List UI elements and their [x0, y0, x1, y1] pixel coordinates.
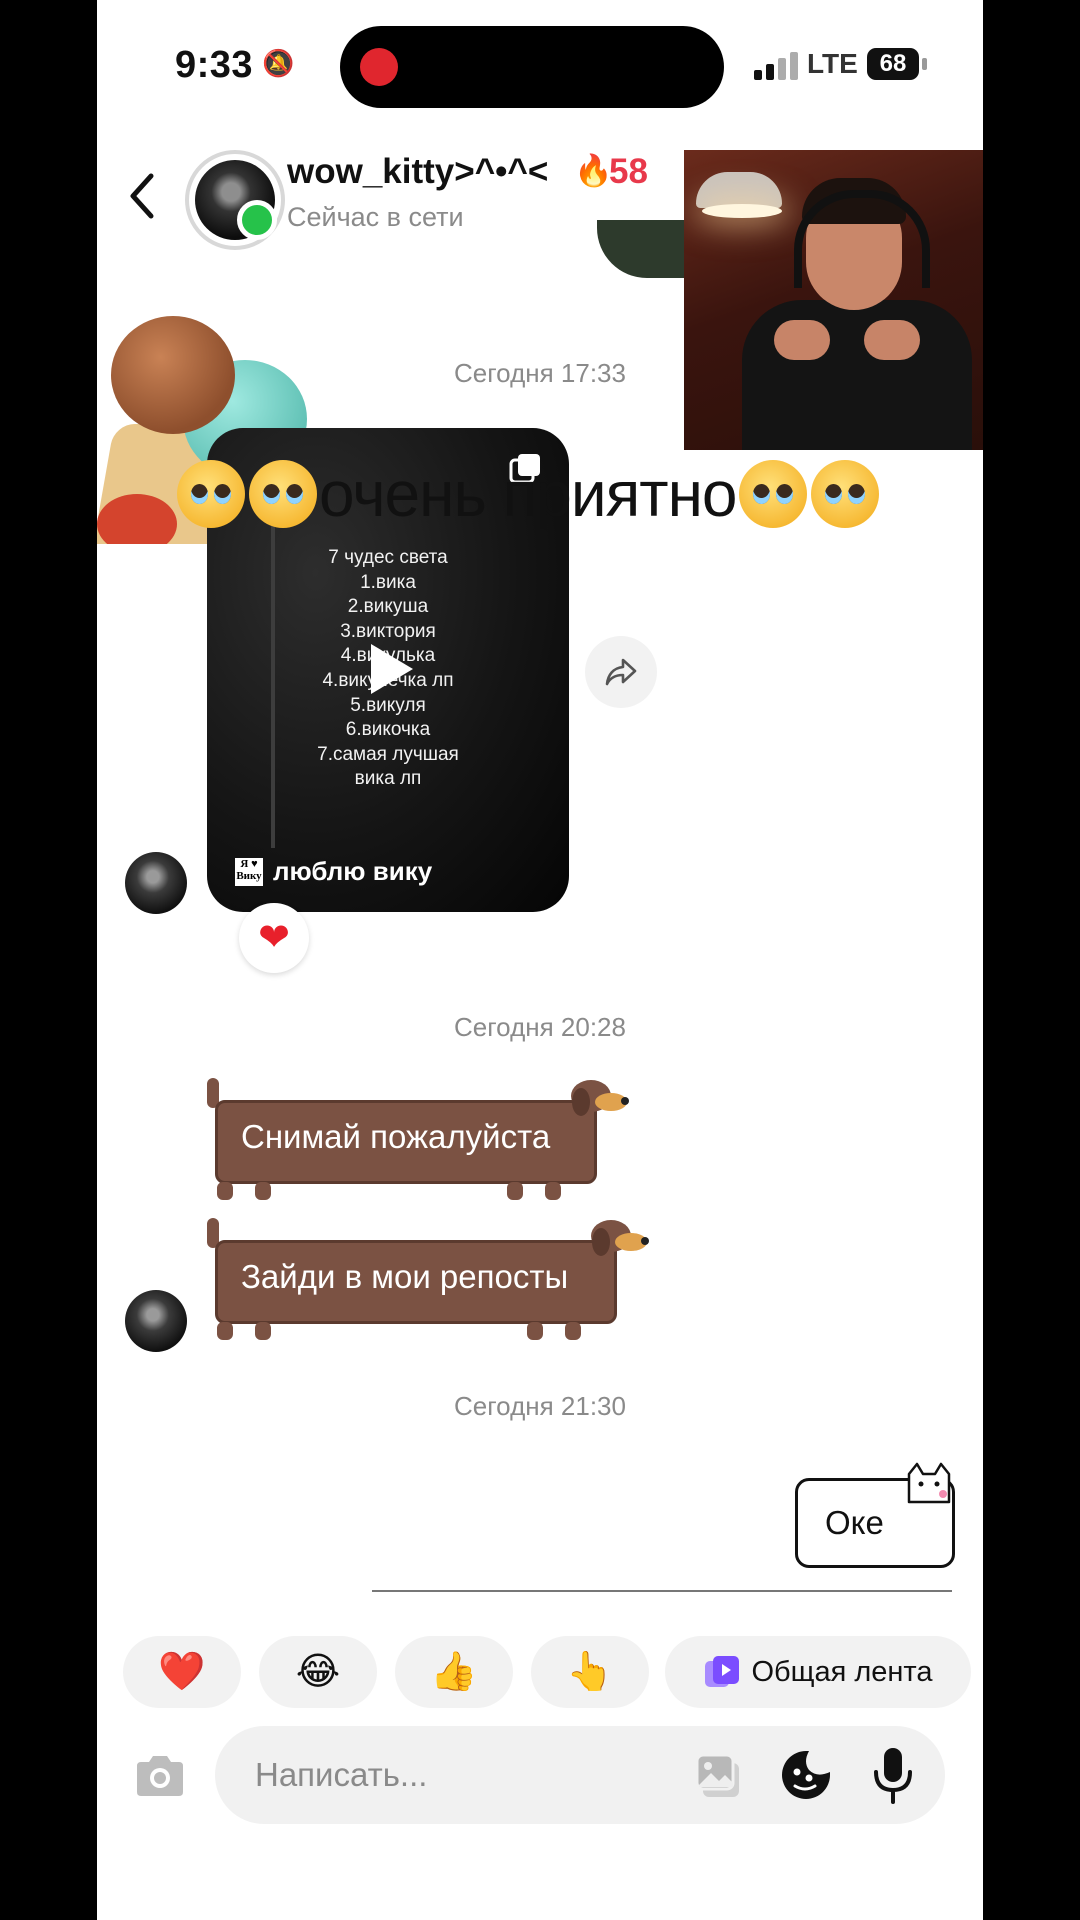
recording-indicator-icon — [360, 48, 398, 86]
received-message[interactable]: Зайди в мои репосты — [207, 1218, 649, 1340]
sent-message[interactable]: Оке — [785, 1462, 955, 1574]
webcam-overlay — [684, 150, 983, 450]
quick-reactions-bar: ❤️ 😂 👍 👆 Общая лента — [123, 1636, 973, 1708]
back-button[interactable] — [123, 168, 163, 224]
message-input[interactable]: Написать... — [255, 1756, 427, 1794]
battery-icon: 68 — [867, 48, 919, 80]
timestamp: Сегодня 20:28 — [454, 1012, 626, 1042]
muted-bell-icon: 🔕 — [262, 48, 295, 78]
video-footer: Я ♥ Вику люблю вику — [235, 856, 432, 887]
video-author-badge: Я ♥ Вику — [235, 857, 263, 886]
share-button[interactable] — [585, 636, 657, 708]
overlay-caption: очень приятно — [97, 452, 983, 531]
sticker-icon[interactable] — [779, 1748, 833, 1802]
received-message[interactable]: Снимай пожалуйста — [207, 1078, 629, 1200]
signal-icon — [754, 52, 798, 80]
video-line: вика лп — [354, 768, 422, 790]
contact-name[interactable]: wow_kitty>^•^< — [287, 152, 548, 192]
reaction-chip-thumbs-up[interactable]: 👍 — [395, 1636, 513, 1708]
message-composer[interactable]: Написать... — [215, 1726, 945, 1824]
presence-status: Сейчас в сети — [287, 202, 464, 232]
video-caption: люблю вику — [273, 856, 433, 886]
reaction-chip-point-up[interactable]: 👆 — [531, 1636, 649, 1708]
message-text: Оке — [825, 1504, 884, 1541]
sender-avatar[interactable] — [125, 1290, 187, 1352]
dachshund-head-icon — [571, 1080, 629, 1116]
video-line: 6.викочка — [345, 719, 431, 741]
video-line: 1.вика — [360, 571, 416, 593]
reaction-chip-heart[interactable]: ❤️ — [123, 1636, 241, 1708]
video-line: 7.самая лучшая — [317, 743, 459, 765]
heart-reaction[interactable]: ❤ — [239, 903, 309, 973]
dynamic-island — [340, 26, 724, 108]
overlay-caption-text: очень приятно — [319, 458, 737, 531]
online-indicator — [237, 200, 277, 240]
pleading-face-icon — [738, 460, 807, 529]
cat-sticker-icon — [907, 1462, 951, 1504]
shared-feed-button[interactable]: Общая лента — [665, 1636, 971, 1708]
streak-count: 58 — [609, 152, 648, 191]
gallery-icon[interactable] — [693, 1751, 743, 1801]
pleading-face-icon — [177, 460, 245, 529]
pleading-face-icon — [810, 460, 879, 529]
chevron-left-icon — [130, 173, 154, 219]
video-line: 7 чудес света — [328, 547, 448, 568]
share-arrow-icon — [605, 658, 637, 686]
next-message-edge — [372, 1590, 952, 1610]
battery-cap — [922, 58, 927, 70]
video-line: 2.викуша — [347, 596, 429, 618]
microphone-icon[interactable] — [871, 1746, 915, 1804]
message-text: Зайди в мои репосты — [241, 1258, 569, 1295]
network-label: LTE — [807, 48, 858, 79]
reaction-chip-laugh[interactable]: 😂 — [259, 1636, 377, 1708]
pleading-face-icon — [249, 460, 317, 529]
shared-feed-label: Общая лента — [751, 1656, 933, 1688]
chat-screen: 9:33 🔕 LTE 68 wow_kitty>^•^< 🔥 58 Сейчас… — [97, 0, 983, 1920]
timestamp: Сегодня 21:30 — [454, 1391, 626, 1421]
dachshund-head-icon — [591, 1220, 649, 1256]
status-time: 9:33 — [175, 44, 254, 86]
fire-icon: 🔥 — [574, 153, 613, 188]
sender-avatar[interactable] — [125, 852, 187, 914]
camera-icon[interactable] — [133, 1752, 187, 1800]
play-icon[interactable] — [357, 638, 419, 700]
shared-feed-icon — [705, 1656, 740, 1687]
message-text: Снимай пожалуйста — [241, 1118, 551, 1155]
